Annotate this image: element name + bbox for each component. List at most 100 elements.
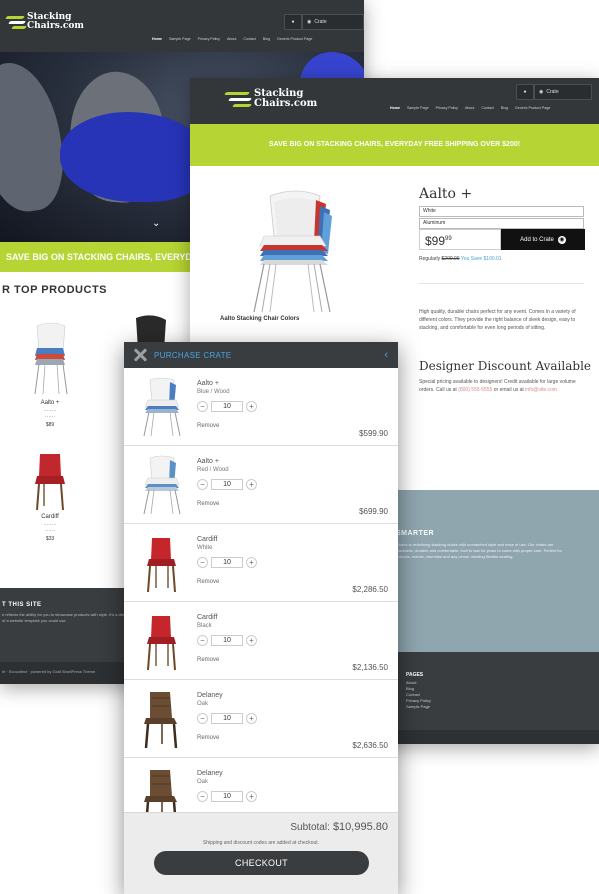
remove-link[interactable]: Remove	[197, 657, 219, 663]
plus-icon[interactable]: +	[246, 713, 257, 724]
checkout-button[interactable]: CHECKOUT	[154, 851, 369, 875]
quantity-stepper: −10 +	[197, 557, 257, 568]
site-logo[interactable]: Stacking Chairs.com	[4, 12, 84, 32]
product-card-aalto[interactable]: Aalto + ········ ······ $89	[20, 318, 80, 428]
chair-colors-caption: Aalto Stacking Chair Colors	[220, 316, 300, 322]
main-nav: Home Sample Page Privacy Policy About Co…	[390, 106, 550, 110]
shipping-note: Shipping and discount codes are added at…	[202, 840, 320, 846]
aalto-stack-image	[253, 190, 332, 313]
minus-icon[interactable]: −	[197, 635, 208, 646]
minus-icon[interactable]: −	[197, 713, 208, 724]
footer-text: e reflects the ability for you to showca…	[2, 612, 129, 623]
item-name: Cardiff	[197, 536, 218, 543]
product-card-cardiff[interactable]: Cardiff ········ ······ $33	[20, 450, 80, 542]
color-select[interactable]: White	[419, 206, 584, 217]
item-variant: White	[197, 545, 213, 551]
pages-title: PAGES	[406, 672, 424, 678]
divider	[419, 283, 584, 284]
crate-button[interactable]: ◉ Crate	[534, 84, 592, 100]
discount-phone-link[interactable]: (800) 555-5555	[458, 387, 492, 393]
crate-button[interactable]: ◉ Crate	[302, 14, 364, 30]
quantity-stepper: −10 +	[197, 635, 257, 646]
item-name: Aalto +	[197, 458, 219, 465]
nav-contact[interactable]: Contact	[481, 106, 493, 110]
price-main: $99	[425, 234, 446, 248]
plus-icon[interactable]: +	[246, 635, 257, 646]
minus-icon[interactable]: −	[197, 479, 208, 490]
product-name: Cardiff	[41, 514, 59, 520]
item-price: $699.90	[359, 507, 388, 516]
scroll-down-icon[interactable]: ⌄	[152, 218, 160, 229]
nav-contact[interactable]: Contact	[243, 37, 255, 41]
quantity-input[interactable]: 10	[211, 479, 243, 490]
crate-item-row: Cardiff Black −10 + Remove $2,136.50	[124, 602, 398, 680]
product-title: Aalto +	[419, 186, 473, 202]
nav-generic-product[interactable]: Generic Product Page	[277, 37, 312, 41]
quantity-input[interactable]: 10	[211, 713, 243, 724]
logo-line-2: Chairs.com	[27, 21, 84, 31]
crate-x-logo-icon	[132, 347, 148, 363]
site-header: Stacking Chairs.com ● ◉ Crate Home Sampl…	[190, 78, 599, 124]
item-variant: Red / Wood	[197, 467, 229, 473]
chevron-left-icon[interactable]: ‹	[384, 348, 388, 362]
plus-icon[interactable]: +	[246, 557, 257, 568]
frame-select[interactable]: Aluminum	[419, 218, 584, 229]
nav-blog[interactable]: Blog	[501, 106, 508, 110]
nav-generic-product[interactable]: Generic Product Page	[515, 106, 550, 110]
nav-sample-page[interactable]: Sample Page	[407, 106, 429, 110]
quantity-input[interactable]: 10	[211, 791, 243, 802]
quantity-input[interactable]: 10	[211, 635, 243, 646]
plus-icon[interactable]: +	[246, 479, 257, 490]
remove-link[interactable]: Remove	[197, 501, 219, 507]
site-logo[interactable]: Stacking Chairs.com	[222, 87, 317, 111]
remove-link[interactable]: Remove	[197, 579, 219, 585]
nav-privacy-policy[interactable]: Privacy Policy	[436, 106, 458, 110]
designer-discount-title: Designer Discount Available	[419, 359, 592, 373]
item-price: $2,136.50	[352, 663, 388, 672]
crate-footer: Subtotal: $10,995.80 Shipping and discou…	[124, 812, 398, 894]
discount-text-2: or email us at	[493, 387, 524, 393]
nav-home[interactable]: Home	[152, 37, 162, 41]
crate-item-row: Aalto + Blue / Wood −10 + Remove $599.90	[124, 368, 398, 446]
nav-home[interactable]: Home	[390, 106, 400, 110]
crate-icon: ◉	[539, 89, 544, 95]
item-variant: Blue / Wood	[197, 389, 230, 395]
price-cents: 99	[445, 236, 452, 242]
nav-about[interactable]: About	[227, 37, 236, 41]
nav-blog[interactable]: Blog	[263, 37, 270, 41]
user-icon[interactable]: ●	[284, 14, 302, 30]
crate-title: PURCHASE CRATE	[154, 350, 232, 360]
nav-about[interactable]: About	[465, 106, 474, 110]
regular-price: $200.00	[441, 256, 460, 262]
logo-stripes-icon	[222, 87, 253, 111]
logo-line-2: Chairs.com	[254, 98, 318, 109]
item-name: Cardiff	[197, 614, 218, 621]
plus-icon[interactable]: +	[246, 401, 257, 412]
user-icon[interactable]: ●	[516, 84, 534, 100]
site-header: Stacking Chairs.com ● ◉ Crate Home Sampl…	[0, 0, 364, 52]
add-to-crate-button[interactable]: Add to Crate ◉	[501, 229, 585, 250]
quantity-input[interactable]: 10	[211, 401, 243, 412]
minus-icon[interactable]: −	[197, 401, 208, 412]
chair-thumbnail	[138, 532, 186, 594]
nav-sample-page[interactable]: Sample Page	[169, 37, 191, 41]
add-to-crate-label: Add to Crate	[520, 236, 554, 243]
discount-email-link[interactable]: info@site.com	[525, 387, 557, 393]
remove-link[interactable]: Remove	[197, 735, 219, 741]
main-nav: Home Sample Page Privacy Policy About Co…	[152, 37, 312, 41]
footer-title: T THIS SITE	[2, 602, 42, 608]
crate-label: Crate	[546, 89, 559, 95]
minus-icon[interactable]: −	[197, 557, 208, 568]
quantity-input[interactable]: 10	[211, 557, 243, 568]
plus-icon[interactable]: +	[246, 791, 257, 802]
minus-icon[interactable]: −	[197, 791, 208, 802]
cardiff-chair-image	[35, 454, 65, 511]
nav-privacy-policy[interactable]: Privacy Policy	[198, 37, 220, 41]
pages-link-sample[interactable]: Sample Page	[406, 704, 431, 710]
product-name: Aalto +	[40, 400, 60, 406]
crate-icon: ◉	[307, 19, 312, 25]
remove-link[interactable]: Remove	[197, 423, 219, 429]
product-description: High quality, durable chairs perfect for…	[419, 309, 576, 331]
smarter-title: SMARTER	[396, 530, 435, 537]
designer-discount-text: Special pricing available to designers! …	[419, 378, 579, 394]
